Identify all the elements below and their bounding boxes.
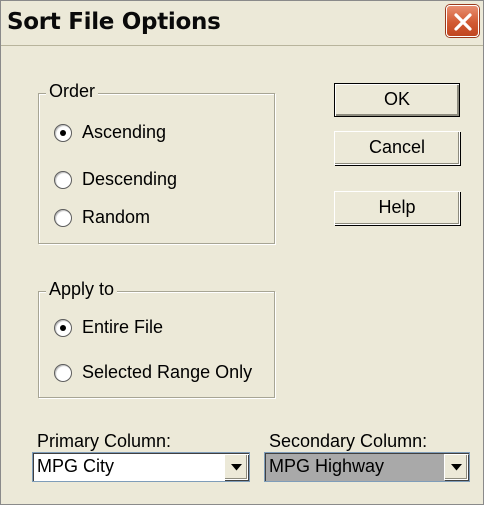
radio-indicator — [54, 209, 72, 227]
primary-column-label: Primary Column: — [37, 431, 172, 451]
primary-column-value: MPG City — [37, 456, 115, 476]
title-bar[interactable]: Sort File Options — [1, 1, 483, 46]
secondary-column-select[interactable]: MPG Highway — [264, 452, 470, 482]
radio-indicator — [54, 171, 72, 189]
close-icon — [454, 13, 472, 31]
apply-to-legend: Apply to — [46, 279, 118, 300]
radio-label: Entire File — [82, 317, 164, 337]
primary-column-select[interactable]: MPG City — [32, 452, 250, 482]
dialog-title: Sort File Options — [7, 9, 221, 35]
cancel-button[interactable]: Cancel — [334, 131, 460, 165]
chevron-down-icon — [231, 464, 242, 471]
radio-label: Selected Range Only — [82, 362, 253, 382]
secondary-column-value: MPG Highway — [269, 456, 385, 476]
secondary-column-label: Secondary Column: — [269, 431, 428, 451]
ok-button[interactable]: OK — [334, 83, 460, 117]
order-legend: Order — [46, 81, 99, 102]
sort-file-options-dialog: Sort File Options Order Ascending Descen… — [0, 0, 484, 505]
primary-column-dropdown-button[interactable] — [224, 454, 248, 480]
radio-indicator — [54, 319, 72, 337]
radio-indicator — [54, 364, 72, 382]
apply-to-group: Apply to Entire File Selected Range Only — [38, 279, 275, 398]
close-button[interactable] — [446, 5, 479, 37]
secondary-column-dropdown-button[interactable] — [444, 454, 468, 480]
radio-label: Random — [82, 207, 151, 227]
radio-label: Descending — [82, 169, 178, 189]
radio-indicator — [54, 124, 72, 142]
help-button[interactable]: Help — [334, 191, 460, 225]
order-group: Order Ascending Descending Random — [38, 81, 275, 244]
chevron-down-icon — [451, 464, 462, 471]
radio-label: Ascending — [82, 122, 167, 142]
